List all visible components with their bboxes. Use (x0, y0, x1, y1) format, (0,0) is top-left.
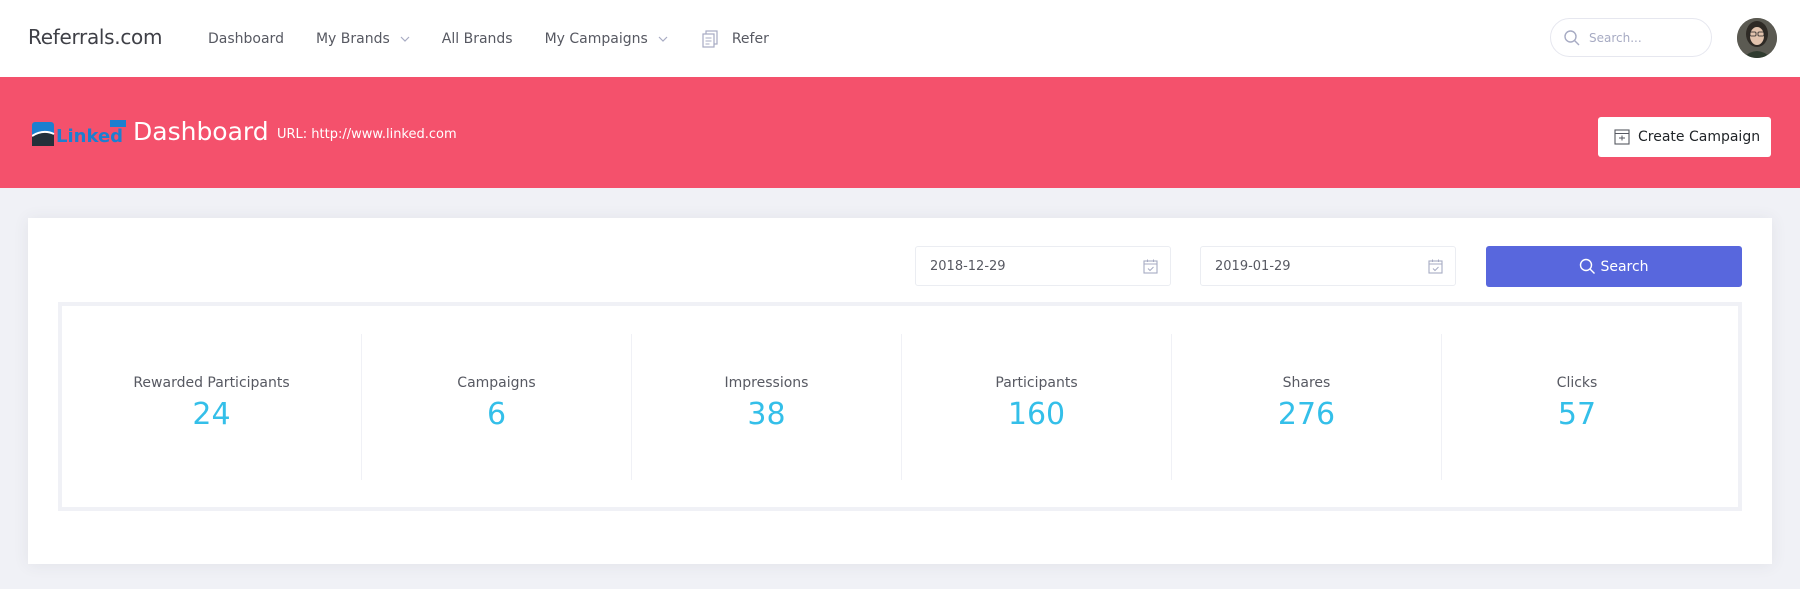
stat-participants: Participants 160 (902, 334, 1172, 480)
stats-card: 2018-12-29 2019-01-29 Search Rewarded Pa… (28, 218, 1772, 564)
search-button-label: Search (1600, 258, 1649, 275)
create-campaign-button[interactable]: Create Campaign (1598, 117, 1771, 157)
search-button[interactable]: Search (1486, 246, 1742, 287)
start-date-field[interactable]: 2018-12-29 (915, 246, 1171, 286)
stat-label: Clicks (1556, 375, 1598, 391)
dashboard-header: Linked Dashboard URL: http://www.linked.… (0, 77, 1800, 188)
header-search[interactable] (1550, 18, 1712, 57)
stat-value: 160 (1007, 397, 1066, 432)
stat-value: 57 (1557, 397, 1597, 432)
stat-value: 6 (486, 397, 507, 432)
stat-impressions: Impressions 38 (632, 334, 902, 480)
stat-label: Shares (1282, 375, 1331, 391)
calendar-icon[interactable] (1143, 259, 1158, 274)
nav-refer-label: Refer (731, 30, 769, 47)
stat-label: Rewarded Participants (133, 375, 290, 391)
nav-my-campaigns-label: My Campaigns (544, 30, 648, 47)
start-date-value: 2018-12-29 (930, 258, 1006, 274)
nav-my-brands-label: My Brands (315, 30, 390, 47)
create-campaign-icon (1614, 129, 1630, 145)
stat-value: 276 (1277, 397, 1336, 432)
search-icon (1564, 29, 1580, 45)
create-campaign-label: Create Campaign (1638, 129, 1761, 145)
nav-dashboard-label: Dashboard (208, 30, 284, 47)
top-navbar: Referrals.com Dashboard My Brands All Br… (0, 0, 1800, 77)
nav-my-brands[interactable]: My Brands (316, 31, 410, 47)
stat-label: Impressions (724, 375, 809, 391)
stats-panel: Rewarded Participants 24 Campaigns 6 Imp… (58, 302, 1742, 511)
svg-text:Linked: Linked (56, 126, 123, 147)
end-date-value: 2019-01-29 (1215, 258, 1291, 274)
avatar[interactable] (1737, 18, 1777, 58)
nav-refer[interactable]: Refer (700, 29, 769, 49)
stat-label: Participants (995, 375, 1078, 391)
brand-name[interactable]: Referrals.com (28, 25, 162, 49)
calendar-icon[interactable] (1428, 259, 1443, 274)
stat-shares: Shares 276 (1172, 334, 1442, 480)
stat-value: 38 (747, 397, 786, 432)
stat-rewarded-participants: Rewarded Participants 24 (62, 334, 362, 480)
chevron-down-icon (658, 36, 668, 42)
stat-campaigns: Campaigns 6 (362, 334, 632, 480)
chevron-down-icon (400, 36, 410, 42)
search-icon (1580, 258, 1596, 274)
stat-value: 24 (192, 397, 231, 432)
end-date-field[interactable]: 2019-01-29 (1200, 246, 1456, 286)
page-title: Dashboard (133, 117, 269, 146)
nav-my-campaigns[interactable]: My Campaigns (545, 31, 668, 47)
nav-dashboard[interactable]: Dashboard (208, 31, 284, 47)
search-input[interactable] (1589, 30, 1709, 45)
refer-icon (702, 29, 718, 48)
nav-all-brands-label: All Brands (441, 30, 513, 47)
linked-logo: Linked (32, 120, 126, 147)
stats-row: Rewarded Participants 24 Campaigns 6 Imp… (62, 334, 1738, 480)
stat-clicks: Clicks 57 (1442, 334, 1712, 480)
main-nav: Dashboard My Brands All Brands My Campai… (208, 0, 801, 77)
brand-url: URL: http://www.linked.com (277, 127, 457, 142)
user-avatar-image (1737, 18, 1777, 58)
nav-all-brands[interactable]: All Brands (442, 31, 513, 47)
stat-label: Campaigns (457, 375, 536, 391)
